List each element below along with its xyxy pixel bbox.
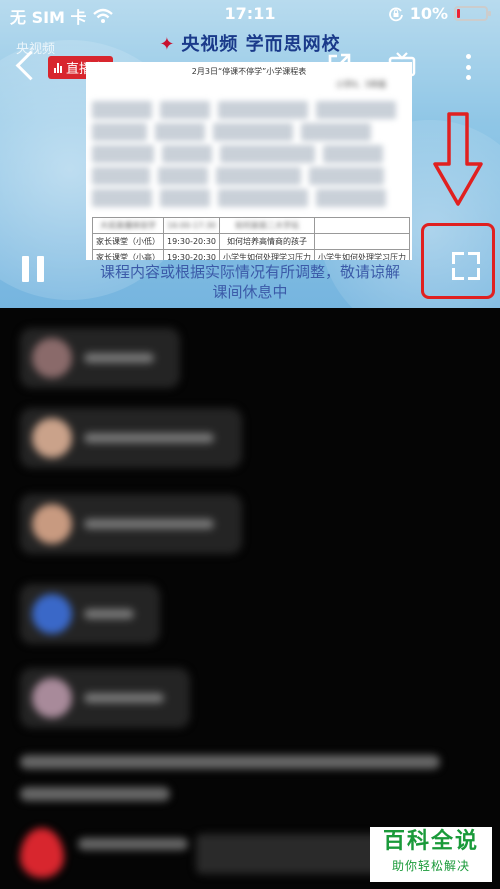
table-cell: 小学生如何处理学习压力: [219, 249, 315, 260]
publisher-avatar: [20, 828, 64, 878]
list-item: [20, 584, 160, 644]
battery-percent: 10%: [409, 4, 448, 23]
schedule-visible-rows: 大班直播体验学 16:00-17:30 如何家庭二大学玩 家长课堂（小低） 19…: [92, 217, 410, 260]
battery-icon: [454, 6, 491, 21]
table-cell: 如何培养高情商的孩子: [219, 233, 315, 250]
course-schedule-table: 2月3日“停课不停学”小学课程表 小学4、5年级 大班直播体验学 16:00-1…: [86, 62, 412, 260]
table-cell: 19:30-20:30: [163, 233, 220, 250]
orientation-lock-icon: [388, 6, 403, 21]
table-cell: 小学生如何处理学习压力: [314, 249, 410, 260]
table-cell: [314, 233, 410, 250]
list-item: [20, 668, 190, 728]
watermark-main: 百科全说: [382, 829, 479, 854]
cctv-logo-icon: ✦: [159, 34, 176, 55]
table-cell: 大班直播体验学: [92, 217, 164, 234]
table-row: 家长课堂（小低） 19:30-20:30 如何培养高情商的孩子: [92, 233, 410, 250]
list-item: [20, 328, 180, 388]
schedule-column-header: 小学4、5年级: [336, 79, 406, 97]
pause-icon[interactable]: [22, 256, 44, 282]
annotation-arrow-down-icon: [433, 112, 483, 206]
table-cell: [314, 217, 410, 234]
brand-header-text: 央视频 学而思网校: [181, 34, 341, 55]
table-cell: 家长课堂（小低）: [92, 233, 164, 250]
brand-header: ✦ 央视频 学而思网校: [0, 30, 500, 56]
table-cell: 19:30-20:30: [163, 249, 220, 260]
schedule-blurred-rows: 小学4、5年级: [92, 79, 406, 217]
comment-feed: [0, 308, 500, 889]
news-title-blurred: [20, 746, 460, 801]
annotation-highlight-box: [421, 223, 495, 299]
table-row: 家长课堂（小高） 19:30-20:30 小学生如何处理学习压力 小学生如何处理…: [92, 249, 410, 260]
list-item: [20, 494, 242, 554]
live-bars-icon: [54, 62, 62, 73]
table-row: 大班直播体验学 16:00-17:30 如何家庭二大学玩: [92, 217, 410, 234]
battery-level-fill: [457, 9, 460, 18]
status-bar: 无 SIM 卡 17:11 10%: [0, 0, 500, 28]
more-icon[interactable]: [460, 54, 476, 80]
schedule-title: 2月3日“停课不停学”小学课程表: [191, 67, 307, 76]
status-right-group: 10%: [388, 4, 491, 23]
watermark-sub: 助你轻松解决: [391, 859, 470, 873]
list-item: [20, 408, 242, 468]
table-cell: 如何家庭二大学玩: [219, 217, 315, 234]
table-cell: 16:00-17:30: [163, 217, 220, 234]
site-watermark: 百科全说 助你轻松解决: [370, 827, 492, 882]
table-cell: 家长课堂（小高）: [92, 249, 164, 260]
